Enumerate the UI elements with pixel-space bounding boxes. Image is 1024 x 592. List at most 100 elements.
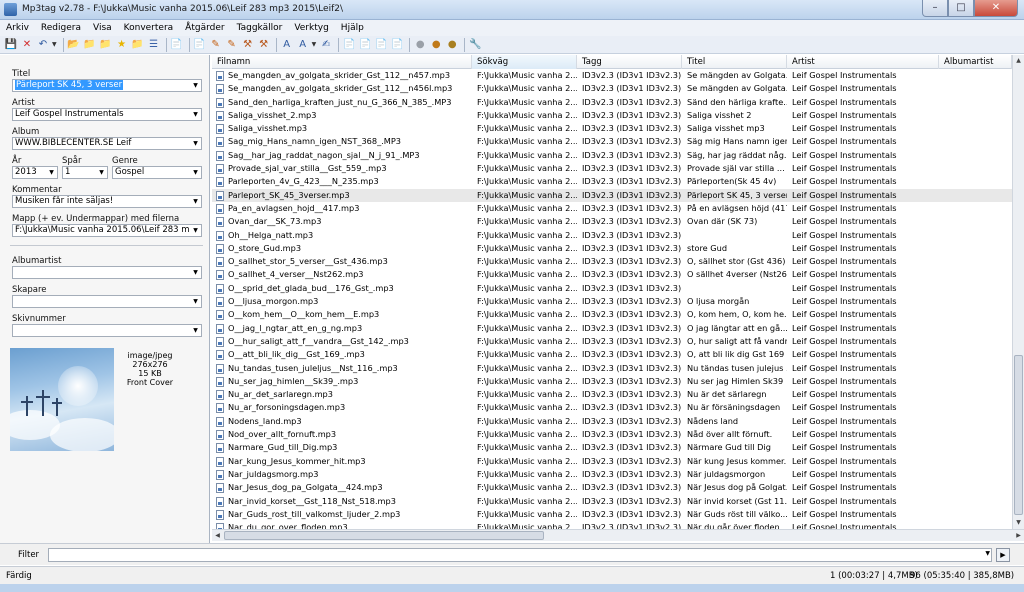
- title-field[interactable]: Pärleport SK 45, 3 verser ▼: [12, 79, 202, 92]
- menu-visa[interactable]: Visa: [87, 20, 118, 36]
- column-header-tag[interactable]: Tagg: [577, 55, 682, 69]
- menu-redigera[interactable]: Redigera: [35, 20, 87, 36]
- menu-verktyg[interactable]: Verktyg: [288, 20, 334, 36]
- table-row[interactable]: O__sprid_det_glada_bud__176_Gst_.mp3 F:\J…: [212, 282, 1012, 295]
- comment-field[interactable]: Musiken får inte säljas! ▼: [12, 195, 202, 208]
- table-row[interactable]: Sag_mig_Hans_namn_igen_NST_368_.MP3 F:\Ju…: [212, 135, 1012, 148]
- table-row[interactable]: Nu_ser_jag_himlen__Sk39_.mp3 F:\Jukka\Mus…: [212, 375, 1012, 388]
- edit-icon[interactable]: ✍: [319, 38, 333, 52]
- albumartist-field[interactable]: ▼: [12, 266, 202, 279]
- filter-input[interactable]: ▼: [48, 548, 992, 562]
- filename-tag-icon[interactable]: 📄: [193, 38, 207, 52]
- table-row[interactable]: Provade_sjal_var_stilla__Gst_559_.mp3 F:\…: [212, 162, 1012, 175]
- table-row[interactable]: Nar_Guds_rost_till_valkomst_ljuder_2.mp3…: [212, 508, 1012, 521]
- table-row[interactable]: O_sallhet_4_verser__Nst262.mp3 F:\Jukka\M…: [212, 268, 1012, 281]
- playlist-icon[interactable]: 📄: [358, 38, 372, 52]
- add-folder-icon[interactable]: 📂: [67, 38, 81, 52]
- chevron-down-icon[interactable]: ▼: [190, 267, 201, 278]
- table-row[interactable]: Parleport_SK_45_3verser.mp3 F:\Jukka\Musi…: [212, 188, 1012, 202]
- filter-apply-button[interactable]: ▶: [996, 548, 1010, 562]
- directory-field[interactable]: F:\Jukka\Music vanha 2015.06\Leif 283 mp…: [12, 224, 202, 237]
- table-row[interactable]: Sag__har_jag_raddat_nagon_sjal__N_j_91_.…: [212, 149, 1012, 162]
- table-row[interactable]: O__hur_saligt_att_f__vandra__Gst_142_.mp…: [212, 335, 1012, 348]
- table-row[interactable]: Nar_du_gor_over_floden.mp3 F:\Jukka\Music…: [212, 521, 1012, 529]
- scroll-right-icon[interactable]: ▶: [1013, 530, 1024, 541]
- favorites-icon[interactable]: ★: [115, 38, 129, 52]
- menu-arkiv[interactable]: Arkiv: [0, 20, 35, 36]
- scroll-up-icon[interactable]: ▲: [1013, 55, 1024, 67]
- chevron-down-icon[interactable]: ▼: [190, 109, 201, 120]
- remove-tag-icon[interactable]: ✕: [20, 38, 34, 52]
- chevron-down-icon[interactable]: ▼: [190, 225, 201, 236]
- table-row[interactable]: Nar_kung_Jesus_kommer_hit.mp3 F:\Jukka\Mu…: [212, 455, 1012, 468]
- add-directory-icon[interactable]: 📁: [99, 38, 113, 52]
- freedb-icon[interactable]: ●: [429, 38, 443, 52]
- chevron-down-icon[interactable]: ▼: [190, 80, 201, 91]
- autonumber-icon[interactable]: ⚒: [257, 38, 271, 52]
- column-header-albumartist[interactable]: Albumartist: [939, 55, 1012, 69]
- chevron-down-icon[interactable]: ▼: [190, 296, 201, 307]
- table-row[interactable]: Nar_Jesus_dog_pa_Golgata__424.mp3 F:\Jukk…: [212, 481, 1012, 494]
- table-row[interactable]: O__kom_hem__O__kom_hem__E.mp3 F:\Jukka\Mu…: [212, 308, 1012, 321]
- year-field[interactable]: 2013 ▼: [12, 166, 58, 179]
- maximize-button[interactable]: □: [948, 0, 974, 17]
- column-header-path[interactable]: Sökväg: [472, 55, 577, 69]
- chevron-down-icon[interactable]: ▼: [190, 167, 201, 178]
- table-row[interactable]: O_store_Gud.mp3 F:\Jukka\Music vanha 2...…: [212, 242, 1012, 255]
- table-row[interactable]: Ovan_dar__SK_73.mp3 F:\Jukka\Music vanha …: [212, 215, 1012, 228]
- chevron-down-icon[interactable]: ▼: [985, 550, 990, 557]
- vertical-scrollbar[interactable]: ▲ ▼: [1012, 55, 1024, 529]
- chevron-down-icon[interactable]: ▼: [312, 41, 317, 48]
- convert-icon[interactable]: ⚒: [241, 38, 255, 52]
- playlist-save-icon[interactable]: 📄: [374, 38, 388, 52]
- track-field[interactable]: 1 ▼: [62, 166, 108, 179]
- minimize-button[interactable]: –: [922, 0, 948, 17]
- scroll-thumb[interactable]: [224, 531, 544, 540]
- save-icon[interactable]: 💾: [4, 38, 18, 52]
- table-row[interactable]: Nodens_land.mp3 F:\Jukka\Music vanha 2...…: [212, 415, 1012, 428]
- table-row[interactable]: Nu_tandas_tusen_juleljus__Nst_116_.mp3 F:…: [212, 362, 1012, 375]
- folder-icon[interactable]: 📁: [131, 38, 145, 52]
- chevron-down-icon[interactable]: ▼: [190, 325, 201, 336]
- artist-field[interactable]: Leif Gospel Instrumentals ▼: [12, 108, 202, 121]
- chevron-down-icon[interactable]: ▼: [190, 196, 201, 207]
- column-header-artist[interactable]: Artist: [787, 55, 939, 69]
- chevron-down-icon[interactable]: ▼: [190, 138, 201, 149]
- tag-filename-icon[interactable]: 📄: [170, 38, 184, 52]
- table-row[interactable]: Nu_ar_det_sarlaregn.mp3 F:\Jukka\Music va…: [212, 388, 1012, 401]
- app-icon[interactable]: [4, 3, 17, 16]
- table-row[interactable]: Se_mangden_av_golgata_skrider_Gst_112__n…: [212, 69, 1012, 82]
- table-row[interactable]: Pa_en_avlagsen_hojd__417.mp3 F:\Jukka\Mus…: [212, 202, 1012, 215]
- copy-tags-icon[interactable]: 📄: [390, 38, 404, 52]
- table-row[interactable]: O__jag_l_ngtar_att_en_g_ng.mp3 F:\Jukka\M…: [212, 322, 1012, 335]
- table-row[interactable]: Nar_invid_korset__Gst_118_Nst_518.mp3 F:\…: [212, 495, 1012, 508]
- discogs-icon[interactable]: ●: [445, 38, 459, 52]
- table-row[interactable]: Narmare_Gud_till_Dig.mp3 F:\Jukka\Music v…: [212, 441, 1012, 454]
- discnumber-field[interactable]: ▼: [12, 324, 202, 337]
- chevron-down-icon[interactable]: ▼: [96, 167, 107, 178]
- album-field[interactable]: WWW.BIBLECENTER.SE Leif ▼: [12, 137, 202, 150]
- table-row[interactable]: Saliga_visshet_2.mp3 F:\Jukka\Music vanha…: [212, 109, 1012, 122]
- table-row[interactable]: Sand_den_harliga_kraften_just_nu_G_366_N…: [212, 96, 1012, 109]
- menu-hjalp[interactable]: Hjälp: [335, 20, 370, 36]
- list-icon[interactable]: ☰: [147, 38, 161, 52]
- table-row[interactable]: Nu_ar_forsoningsdagen.mp3 F:\Jukka\Music …: [212, 401, 1012, 414]
- settings-icon[interactable]: 🔧: [468, 38, 482, 52]
- menu-taggkallor[interactable]: Taggkällor: [231, 20, 289, 36]
- table-row[interactable]: O_sallhet_stor_5_verser__Gst_436.mp3 F:\J…: [212, 255, 1012, 268]
- column-header-filename[interactable]: Filnamn: [212, 55, 472, 69]
- scroll-left-icon[interactable]: ◀: [212, 530, 223, 541]
- table-row[interactable]: Nar_juldagsmorg.mp3 F:\Jukka\Music vanha …: [212, 468, 1012, 481]
- scroll-thumb[interactable]: [1014, 355, 1023, 515]
- undo-icon[interactable]: ↶: [36, 38, 50, 52]
- column-header-title[interactable]: Titel: [682, 55, 787, 69]
- genre-field[interactable]: Gospel ▼: [112, 166, 202, 179]
- chevron-down-icon[interactable]: ▼: [52, 41, 57, 48]
- menu-konvertera[interactable]: Konvertera: [118, 20, 180, 36]
- open-folder-icon[interactable]: 📁: [83, 38, 97, 52]
- cover-art[interactable]: [10, 348, 114, 451]
- horizontal-scrollbar[interactable]: ◀ ▶: [212, 529, 1024, 541]
- composer-field[interactable]: ▼: [12, 295, 202, 308]
- case-conversion-icon[interactable]: A: [280, 38, 294, 52]
- close-button[interactable]: ✕: [974, 0, 1018, 17]
